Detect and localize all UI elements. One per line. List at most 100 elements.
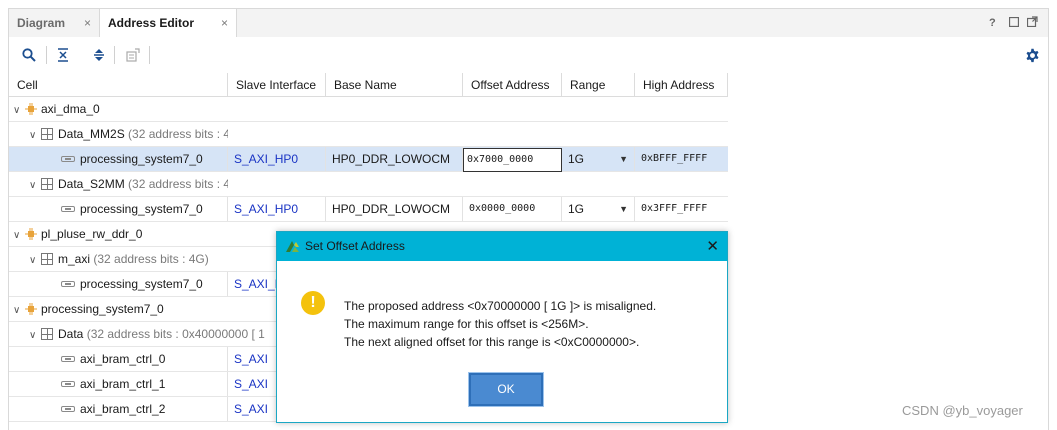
dialog-message-line: The maximum range for this offset is <25… <box>344 317 589 331</box>
chevron-down-icon[interactable]: ∨ <box>13 224 25 246</box>
column-header-offset-address[interactable]: Offset Address <box>463 73 562 97</box>
chevron-down-icon[interactable]: ∨ <box>29 124 41 146</box>
tab-bar: Diagram × Address Editor × ? <box>8 8 1049 38</box>
high-address: 0xBFFF_FFFF <box>641 153 708 164</box>
segment-link-icon <box>61 381 75 387</box>
tree-cell: ∨ pl_pluse_rw_ddr_0 <box>9 222 228 246</box>
tree-cell: ∨ m_axi (32 address bits : 4G) <box>9 247 228 271</box>
tree-cell: axi_bram_ctrl_1 <box>9 372 228 396</box>
watermark: CSDN @yb_voyager <box>902 403 1023 418</box>
ip-block-icon <box>25 303 37 315</box>
tab-diagram-label: Diagram <box>17 16 66 30</box>
chevron-down-icon[interactable]: ∨ <box>29 249 41 271</box>
range-select[interactable]: 1G ▼ <box>562 197 635 221</box>
dropdown-arrow-icon[interactable]: ▼ <box>619 197 628 221</box>
cell-name: axi_bram_ctrl_0 <box>80 352 166 366</box>
offset-address[interactable]: 0x0000_0000 <box>463 197 562 221</box>
table-row[interactable]: processing_system7_0 S_AXI_HP0 HP0_DDR_L… <box>9 197 728 222</box>
vivado-logo-icon <box>286 241 299 252</box>
cell-name: processing_system7_0 <box>41 302 164 316</box>
cell-name: processing_system7_0 <box>80 202 203 216</box>
address-bits-note: (32 address bits : 4G) <box>93 252 209 266</box>
segment-link-icon <box>61 406 75 412</box>
column-header-cell[interactable]: Cell <box>9 73 228 97</box>
float-window-icon[interactable] <box>1026 9 1038 37</box>
tab-diagram[interactable]: Diagram × <box>9 9 99 37</box>
chevron-down-icon[interactable]: ∨ <box>13 99 25 121</box>
expand-all-icon[interactable] <box>89 45 109 65</box>
base-name: HP0_DDR_LOWOCM <box>326 197 463 221</box>
segment-link-icon <box>61 156 75 162</box>
ip-block-icon <box>25 228 37 240</box>
table-row[interactable]: ∨ Data_S2MM (32 address bits : 4G) <box>9 172 728 197</box>
cell-name: axi_dma_0 <box>41 102 100 116</box>
slave-interface-link[interactable]: S_AXI_HP0 <box>228 147 326 171</box>
tree-cell: processing_system7_0 <box>9 272 228 296</box>
chevron-down-icon[interactable]: ∨ <box>29 324 41 346</box>
auto-assign-icon[interactable] <box>123 45 143 65</box>
address-space-icon <box>41 253 53 265</box>
toolbar-separator <box>46 46 47 64</box>
segment-link-icon <box>61 206 75 212</box>
tab-address-editor-close-icon[interactable]: × <box>221 9 228 37</box>
search-icon[interactable] <box>19 45 39 65</box>
ok-button[interactable]: OK <box>468 372 544 407</box>
gear-icon[interactable] <box>1022 45 1042 65</box>
chevron-down-icon[interactable]: ∨ <box>29 174 41 196</box>
warning-icon: ! <box>301 291 325 315</box>
segment-link-icon <box>61 356 75 362</box>
address-space-icon <box>41 128 53 140</box>
table-row[interactable]: ∨ axi_dma_0 <box>9 97 728 122</box>
address-bits-note: (32 address bits : 4G) <box>128 127 228 141</box>
segment-link-icon <box>61 281 75 287</box>
dialog-message-line: The proposed address <0x70000000 [ 1G ]>… <box>344 299 657 313</box>
address-bits-note: (32 address bits : 4G) <box>128 177 228 191</box>
tab-address-editor[interactable]: Address Editor × <box>99 9 237 38</box>
address-space-icon <box>41 178 53 190</box>
column-header-base-name[interactable]: Base Name <box>326 73 463 97</box>
toolbar-separator <box>114 46 115 64</box>
range-value: 1G <box>568 152 585 166</box>
table-header: Cell Slave Interface Base Name Offset Ad… <box>9 73 728 97</box>
slave-interface-link[interactable]: S_AXI_HP0 <box>228 197 326 221</box>
cell-name: Data <box>58 327 84 341</box>
dialog-title: Set Offset Address <box>305 239 405 253</box>
address-space-icon <box>41 328 53 340</box>
help-icon[interactable]: ? <box>989 9 996 37</box>
tab-diagram-close-icon[interactable]: × <box>84 9 91 37</box>
chevron-down-icon[interactable]: ∨ <box>13 299 25 321</box>
dialog-message-line: The next aligned offset for this range i… <box>344 335 640 349</box>
dropdown-arrow-icon[interactable]: ▼ <box>619 147 628 171</box>
cell-name: Data_MM2S <box>58 127 125 141</box>
toolbar <box>8 37 1049 73</box>
cell-name: pl_pluse_rw_ddr_0 <box>41 227 143 241</box>
tab-address-editor-label: Address Editor <box>108 16 195 30</box>
tree-cell: processing_system7_0 <box>9 147 228 171</box>
range-select[interactable]: 1G ▼ <box>562 147 635 171</box>
high-address: 0x3FFF_FFFF <box>641 203 708 214</box>
collapse-all-icon[interactable] <box>53 45 73 65</box>
cell-name: Data_S2MM <box>58 177 125 191</box>
table-row[interactable]: processing_system7_0 S_AXI_HP0 HP0_DDR_L… <box>9 147 728 172</box>
cell-name: processing_system7_0 <box>80 277 203 291</box>
set-offset-address-dialog: Set Offset Address ✕ ! The proposed addr… <box>276 231 728 423</box>
column-header-slave-interface[interactable]: Slave Interface <box>228 73 326 97</box>
tree-cell: ∨ processing_system7_0 <box>9 297 228 321</box>
toolbar-separator <box>149 46 150 64</box>
address-bits-note: (32 address bits : 0x40000000 [ 1 <box>86 327 265 341</box>
close-icon[interactable]: ✕ <box>706 232 719 261</box>
tree-cell: ∨ Data_S2MM (32 address bits : 4G) <box>9 172 228 196</box>
tree-cell: processing_system7_0 <box>9 197 228 221</box>
column-header-range[interactable]: Range <box>562 73 635 97</box>
dialog-title-bar[interactable]: Set Offset Address ✕ <box>277 232 727 261</box>
tree-cell: ∨ Data (32 address bits : 0x40000000 [ 1 <box>9 322 277 346</box>
restore-icon[interactable] <box>1008 9 1020 37</box>
ip-block-icon <box>25 103 37 115</box>
offset-address-input[interactable]: 0x7000_0000 <box>463 148 562 172</box>
cell-name: processing_system7_0 <box>80 152 203 166</box>
cell-name: m_axi <box>58 252 91 266</box>
column-header-high-address[interactable]: High Address <box>635 73 728 97</box>
table-row[interactable]: ∨ Data_MM2S (32 address bits : 4G) <box>9 122 728 147</box>
cell-name: axi_bram_ctrl_2 <box>80 402 166 416</box>
base-name: HP0_DDR_LOWOCM <box>326 147 463 171</box>
